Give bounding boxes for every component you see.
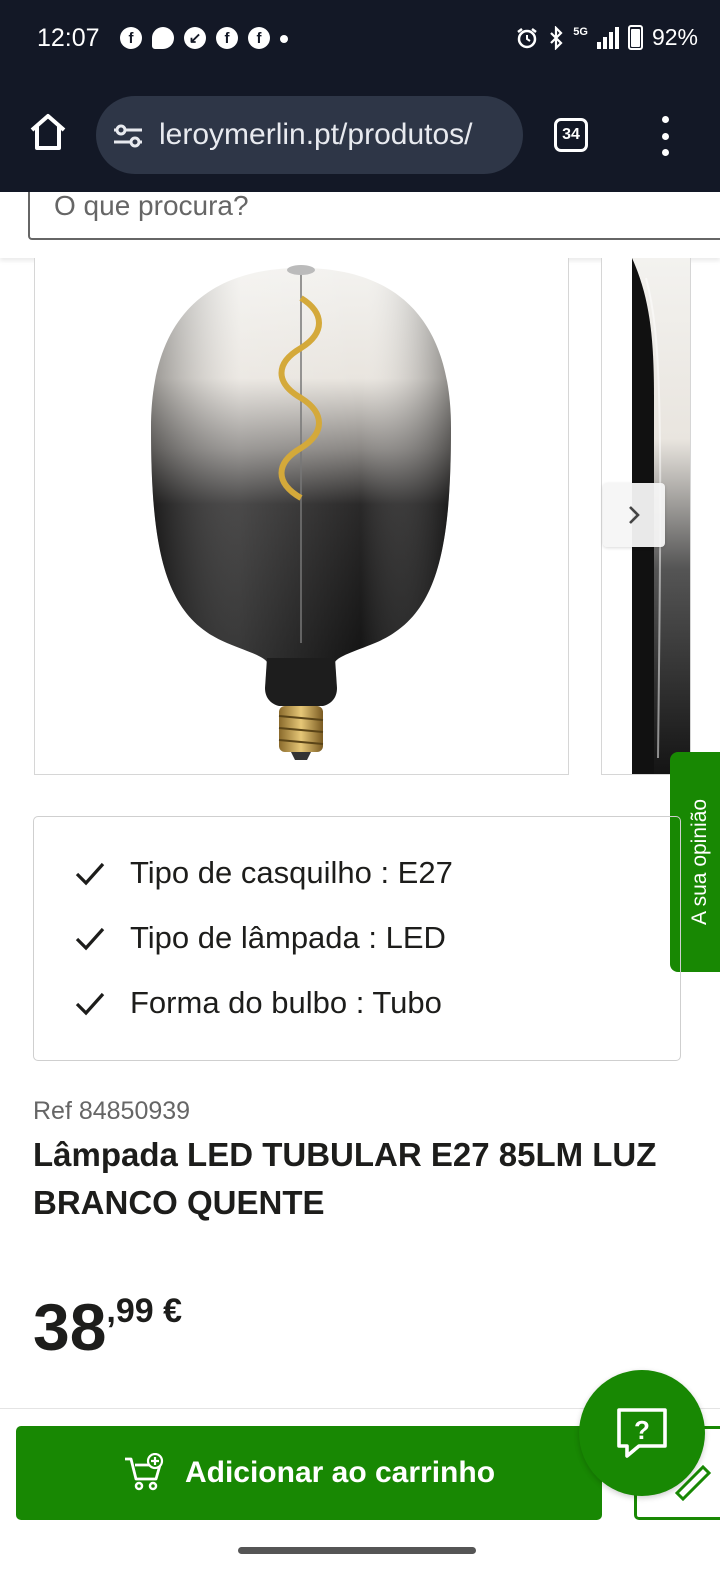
search-bar: O que procura? <box>0 192 720 258</box>
tab-count: 34 <box>562 126 580 143</box>
add-to-cart-button[interactable]: Adicionar ao carrinho <box>16 1426 602 1520</box>
feedback-label: A sua opinião <box>688 798 711 926</box>
feature-item: Forma do bulbo : Tubo <box>72 985 442 1021</box>
status-time: 12:07 <box>37 24 100 52</box>
carousel-next-button[interactable] <box>603 483 665 547</box>
product-ref: Ref 84850939 <box>33 1097 191 1125</box>
browser-menu-button[interactable] <box>658 116 672 156</box>
feature-text: Tipo de casquilho : E27 <box>130 855 453 890</box>
help-chat-button[interactable]: ? <box>579 1370 705 1496</box>
price-decimal: ,99 € <box>106 1292 183 1330</box>
missed-call-icon: ↙ <box>184 27 206 49</box>
feature-text: Forma do bulbo : Tubo <box>130 985 442 1020</box>
url-text[interactable]: leroymerlin.pt/produtos/ <box>159 118 472 152</box>
feature-text: Tipo de lâmpada : LED <box>130 920 446 955</box>
check-icon <box>75 862 105 886</box>
network-type: 5G <box>573 25 588 38</box>
facebook-icon: f <box>248 27 270 49</box>
facebook-icon: f <box>216 27 238 49</box>
gesture-nav-bar[interactable] <box>238 1547 476 1554</box>
question-chat-icon: ? <box>617 1408 667 1458</box>
add-to-cart-icon <box>124 1453 164 1491</box>
more-notifications-icon <box>280 35 288 43</box>
home-icon[interactable] <box>24 108 72 156</box>
system-icons: 5G 92% <box>515 24 698 51</box>
chevron-right-icon <box>629 506 640 524</box>
messenger-icon <box>152 27 174 49</box>
add-to-cart-label: Adicionar ao carrinho <box>184 1456 496 1489</box>
features-box: Tipo de casquilho : E27 Tipo de lâmpada … <box>33 816 681 1061</box>
status-bar: 12:07 f ↙ f f 5G 92% <box>0 0 720 82</box>
check-icon <box>75 927 105 951</box>
site-settings-icon[interactable] <box>112 122 144 150</box>
alarm-icon <box>517 27 538 48</box>
feature-item: Tipo de lâmpada : LED <box>72 920 446 956</box>
feature-item: Tipo de casquilho : E27 <box>72 855 453 891</box>
notification-icons: f ↙ f f <box>120 27 288 49</box>
svg-text:?: ? <box>634 1415 650 1445</box>
search-placeholder: O que procura? <box>54 192 249 221</box>
tab-switcher-button[interactable]: 34 <box>554 118 588 152</box>
price-integer: 38 <box>33 1290 107 1364</box>
battery-icon <box>627 25 643 50</box>
bluetooth-icon <box>550 25 563 50</box>
browser-toolbar: leroymerlin.pt/produtos/ 34 <box>0 82 720 192</box>
battery-level: 92% <box>651 24 698 50</box>
bulb-illustration <box>151 265 451 760</box>
facebook-icon: f <box>120 27 142 49</box>
address-bar[interactable]: leroymerlin.pt/produtos/ <box>96 96 523 174</box>
product-image[interactable] <box>34 258 569 775</box>
check-icon <box>75 992 105 1016</box>
product-price: 38 ,99 € <box>33 1290 182 1364</box>
search-input[interactable]: O que procura? <box>28 192 720 240</box>
product-title: Lâmpada LED TUBULAR E27 85LM LUZ BRANCO … <box>33 1136 657 1221</box>
signal-icon <box>596 26 619 49</box>
